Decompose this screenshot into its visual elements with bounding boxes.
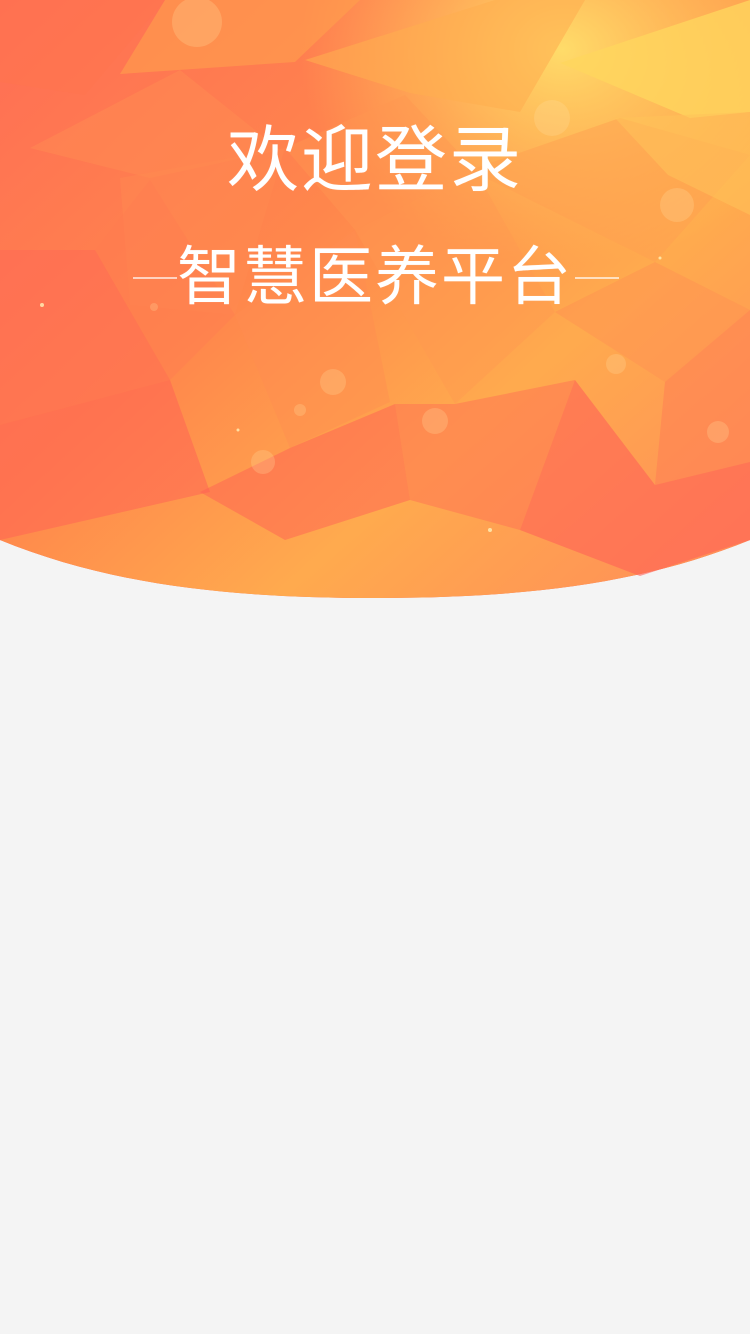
- platform-title: 智慧医养平台: [177, 241, 573, 315]
- content-area: [0, 620, 750, 1334]
- hero-banner: 欢迎登录 智慧医养平台: [0, 0, 750, 620]
- welcome-title: 欢迎登录: [226, 118, 523, 202]
- right-decorative-line: [575, 277, 619, 279]
- platform-title-row: 智慧医养平台: [0, 236, 750, 320]
- login-screen: 欢迎登录 智慧医养平台: [0, 0, 750, 1334]
